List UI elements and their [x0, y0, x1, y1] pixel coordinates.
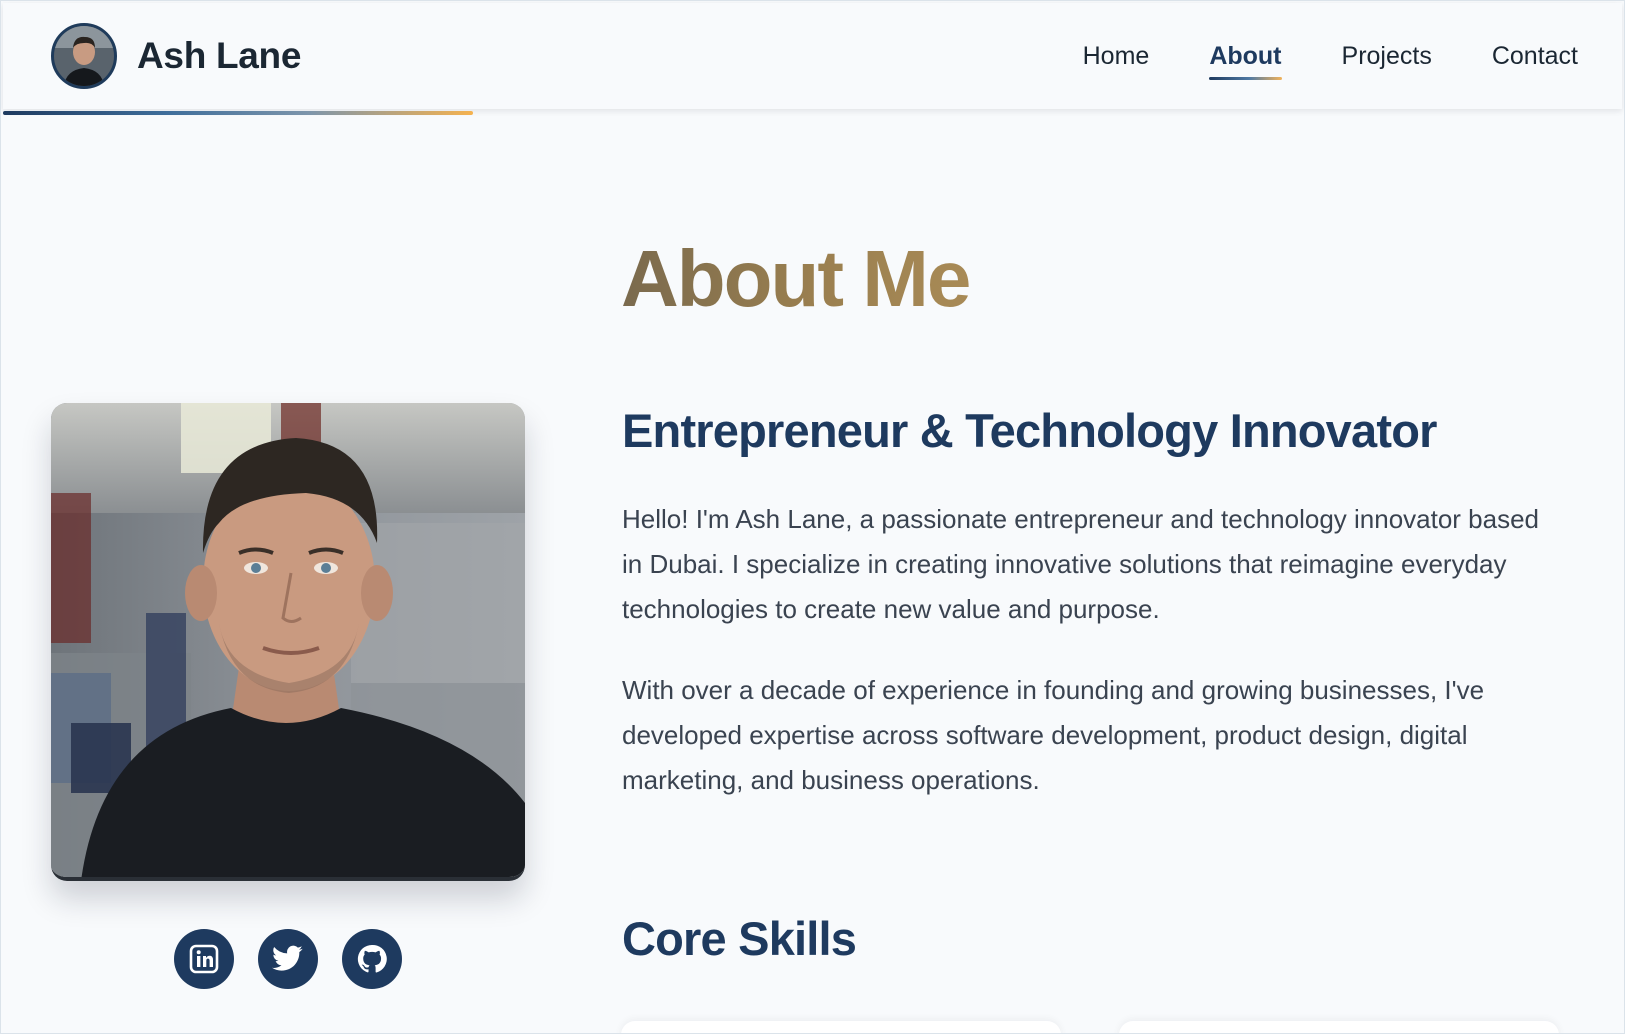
- brand-name: Ash Lane: [137, 35, 302, 76]
- page-frame: Ash Lane Home About Projects Contact Abo…: [0, 0, 1625, 1034]
- skill-card: [621, 1021, 1061, 1033]
- nav-projects[interactable]: Projects: [1342, 42, 1432, 71]
- core-skills-title: Core Skills: [622, 912, 857, 965]
- about-paragraph-2: With over a decade of experience in foun…: [622, 675, 1485, 795]
- profile-photo: [51, 403, 525, 881]
- about-subtitle: Entrepreneur & Technology Innovator: [622, 404, 1437, 457]
- scroll-progress-fill: [3, 111, 473, 115]
- site-header: Ash Lane Home About Projects Contact: [3, 3, 1622, 109]
- linkedin-icon[interactable]: [174, 929, 234, 989]
- about-paragraph-1: Hello! I'm Ash Lane, a passionate entrep…: [622, 504, 1540, 624]
- scroll-progress-bar: [3, 111, 1622, 116]
- brand-avatar: [51, 23, 117, 89]
- social-links: [174, 929, 402, 989]
- brand[interactable]: Ash Lane: [51, 23, 301, 89]
- github-icon[interactable]: [342, 929, 402, 989]
- twitter-icon[interactable]: [258, 929, 318, 989]
- main-nav: Home About Projects Contact: [1083, 3, 1578, 109]
- nav-home[interactable]: Home: [1083, 42, 1150, 71]
- skill-card: [1119, 1021, 1559, 1033]
- nav-about[interactable]: About: [1209, 42, 1282, 80]
- page-title: About Me: [621, 234, 971, 323]
- nav-contact[interactable]: Contact: [1492, 42, 1578, 71]
